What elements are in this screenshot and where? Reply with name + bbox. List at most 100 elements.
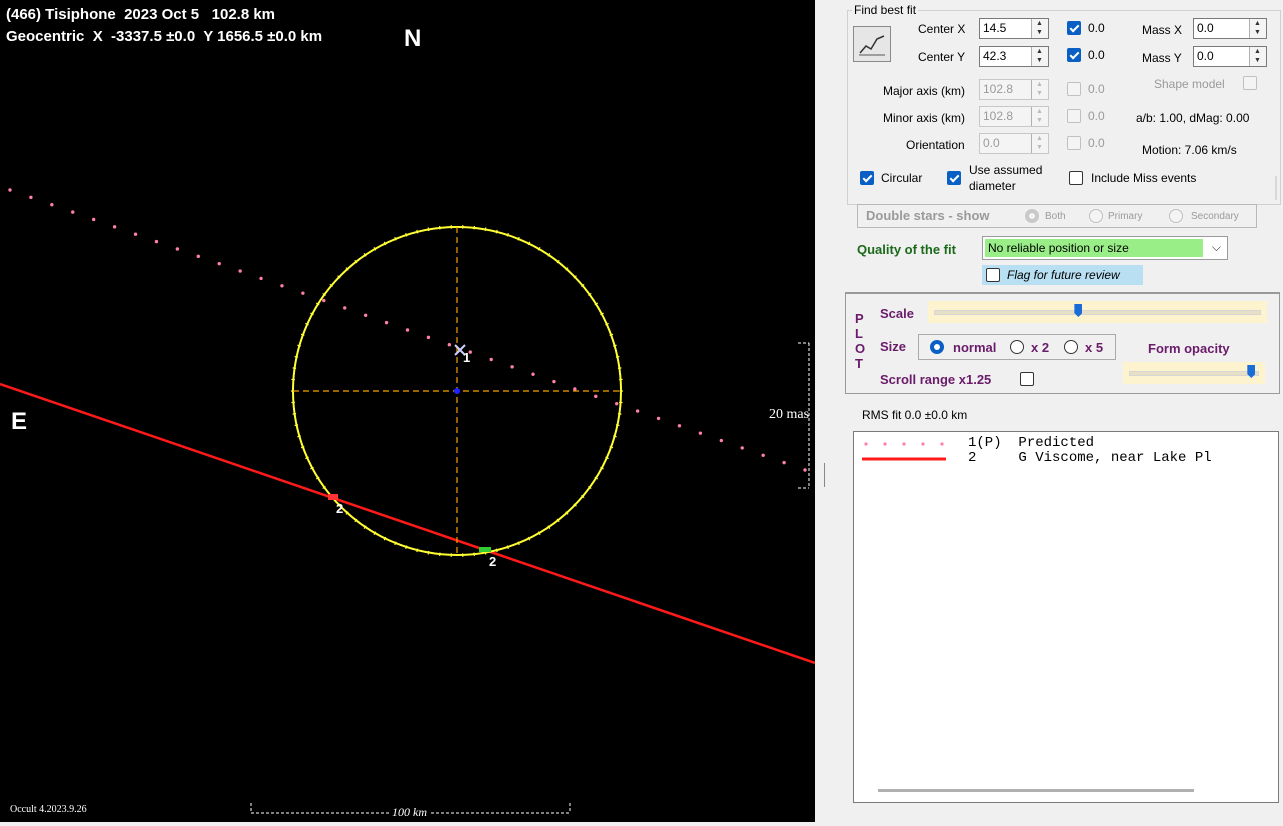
splitter-grip[interactable] [824, 463, 827, 487]
minor-axis-spinner[interactable]: 102.8 ▲ ▼ [979, 106, 1049, 127]
legend-row-predicted[interactable]: 1(P) Predicted [968, 435, 1094, 451]
size-x5-radio[interactable] [1064, 340, 1078, 354]
scroll-range-checkbox[interactable] [1020, 372, 1034, 386]
shape-model-label: Shape model [1154, 77, 1225, 91]
flag-review-label: Flag for future review [1007, 268, 1120, 282]
use-assumed-diameter-checkbox[interactable] [947, 171, 961, 185]
predicted-path-dot [322, 298, 326, 303]
size-x2-label: x 2 [1031, 340, 1050, 355]
horizontal-scrollbar[interactable] [878, 789, 1194, 792]
plot-canvas [0, 188, 815, 814]
double-primary-label: Primary [1108, 211, 1143, 222]
opacity-slider[interactable] [1123, 362, 1265, 384]
outline-tick [416, 229, 419, 234]
size-normal-radio[interactable] [930, 340, 944, 354]
predicted-path-dot [615, 401, 619, 406]
predicted-path-dot [259, 276, 263, 281]
size-x2-radio[interactable] [1010, 340, 1024, 354]
occultation-plot[interactable]: (466) Tisiphone 2023 Oct 5 102.8 km Geoc… [0, 0, 815, 822]
opacity-slider-thumb[interactable] [1247, 365, 1256, 378]
mass-x-value: 0.0 [1197, 21, 1214, 35]
minor-axis-fit-checkbox[interactable] [1067, 109, 1081, 123]
quality-label: Quality of the fit [857, 242, 956, 257]
version-footer: Occult 4.2023.9.26 [10, 804, 87, 815]
mass-x-spinner[interactable]: 0.0 ▲ ▼ [1193, 18, 1267, 39]
size-x5-label: x 5 [1085, 340, 1104, 355]
scale-slider-thumb[interactable] [1074, 304, 1083, 317]
outline-tick [416, 548, 419, 553]
predicted-path-dot [71, 210, 75, 214]
chord-legend-list[interactable]: 1(P) Predicted 2 G Viscome, near Lake Pl [853, 431, 1279, 803]
flag-review-checkbox[interactable] [986, 268, 1000, 282]
scale-label: Scale [880, 306, 914, 321]
orientation-value: 0.0 [983, 136, 1000, 150]
size-label: Size [880, 339, 907, 354]
center-x-label: Center X [918, 22, 966, 36]
predicted-path-dot [405, 328, 410, 332]
major-axis-spinner[interactable]: 102.8 ▲ ▼ [979, 79, 1049, 100]
panel-edge [1275, 176, 1277, 200]
predicted-path-dot [698, 431, 703, 435]
double-secondary-radio[interactable] [1169, 209, 1183, 223]
predicted-path-dot [196, 254, 200, 259]
motion-readout: Motion: 7.06 km/s [1142, 143, 1237, 157]
outline-tick [484, 227, 487, 232]
use-assumed-label-2: diameter [969, 179, 1016, 193]
mass-y-label: Mass Y [1142, 51, 1182, 65]
major-axis-fit-checkbox[interactable] [1067, 82, 1081, 96]
use-assumed-label-1: Use assumed [969, 163, 1043, 177]
orientation-fit-checkbox[interactable] [1067, 136, 1081, 150]
center-y-label: Center Y [918, 50, 966, 64]
predicted-path-dot [761, 453, 765, 457]
major-axis-label: Major axis (km) [883, 84, 966, 98]
ab-dmag-readout: a/b: 1.00, dMag: 0.00 [1136, 111, 1250, 125]
scale-slider[interactable] [928, 301, 1267, 323]
reappear-marker [479, 547, 491, 552]
predicted-path-dot [280, 284, 284, 288]
quality-value: No reliable position or size [988, 241, 1129, 255]
outline-tick [427, 227, 430, 232]
double-secondary-label: Secondary [1191, 211, 1239, 222]
predicted-path-dot [719, 438, 724, 443]
circular-label: Circular [881, 171, 923, 185]
double-primary-radio[interactable] [1089, 209, 1103, 223]
mass-x-label: Mass X [1142, 23, 1183, 37]
predicted-path-dot [301, 291, 305, 295]
legend-swatches [862, 442, 946, 461]
predicted-path-dot [677, 424, 682, 428]
mass-y-value: 0.0 [1197, 49, 1214, 63]
predicted-path-dot [447, 343, 452, 347]
outline-tick [294, 355, 299, 358]
north-label: N [404, 25, 422, 52]
predicted-path-dot [384, 320, 389, 325]
disappear-marker [328, 494, 338, 500]
outline-tick [495, 229, 498, 234]
predicted-path-dot [594, 394, 598, 399]
center-y-value: 42.3 [983, 49, 1007, 63]
center-x-spinner[interactable]: 14.5 ▲ ▼ [979, 18, 1049, 39]
mass-y-spinner[interactable]: 0.0 ▲ ▼ [1193, 46, 1267, 67]
predicted-path-dot [8, 188, 12, 192]
orientation-spinner[interactable]: 0.0 ▲ ▼ [979, 133, 1049, 154]
double-both-radio[interactable] [1025, 209, 1039, 223]
rms-fit-readout: RMS fit 0.0 ±0.0 km [862, 408, 968, 422]
best-fit-chart-icon[interactable] [853, 26, 891, 62]
double-stars-label: Double stars - show [866, 208, 990, 223]
center-y-spinner[interactable]: 42.3 ▲ ▼ [979, 46, 1049, 67]
include-miss-checkbox[interactable] [1069, 171, 1083, 185]
km-scale-label: 100 km [389, 805, 430, 820]
quality-dropdown[interactable]: No reliable position or size ⌵ [982, 236, 1228, 260]
legend-row-observer[interactable]: 2 G Viscome, near Lake Pl [968, 450, 1212, 466]
center-x-value: 14.5 [983, 21, 1007, 35]
predicted-path-dot [531, 372, 535, 376]
predicted-path-dot [740, 446, 744, 450]
outline-tick [294, 424, 299, 427]
chord-label-reappear: 2 [489, 554, 497, 569]
form-opacity-label: Form opacity [1148, 341, 1230, 356]
circular-checkbox[interactable] [860, 171, 874, 185]
center-x-fit-checkbox[interactable] [1067, 21, 1081, 35]
event-title: (466) Tisiphone 2023 Oct 5 102.8 km [6, 6, 276, 23]
center-y-fit-checkbox[interactable] [1067, 48, 1081, 62]
shape-model-checkbox[interactable] [1243, 76, 1257, 90]
predicted-path-dot [573, 387, 577, 391]
